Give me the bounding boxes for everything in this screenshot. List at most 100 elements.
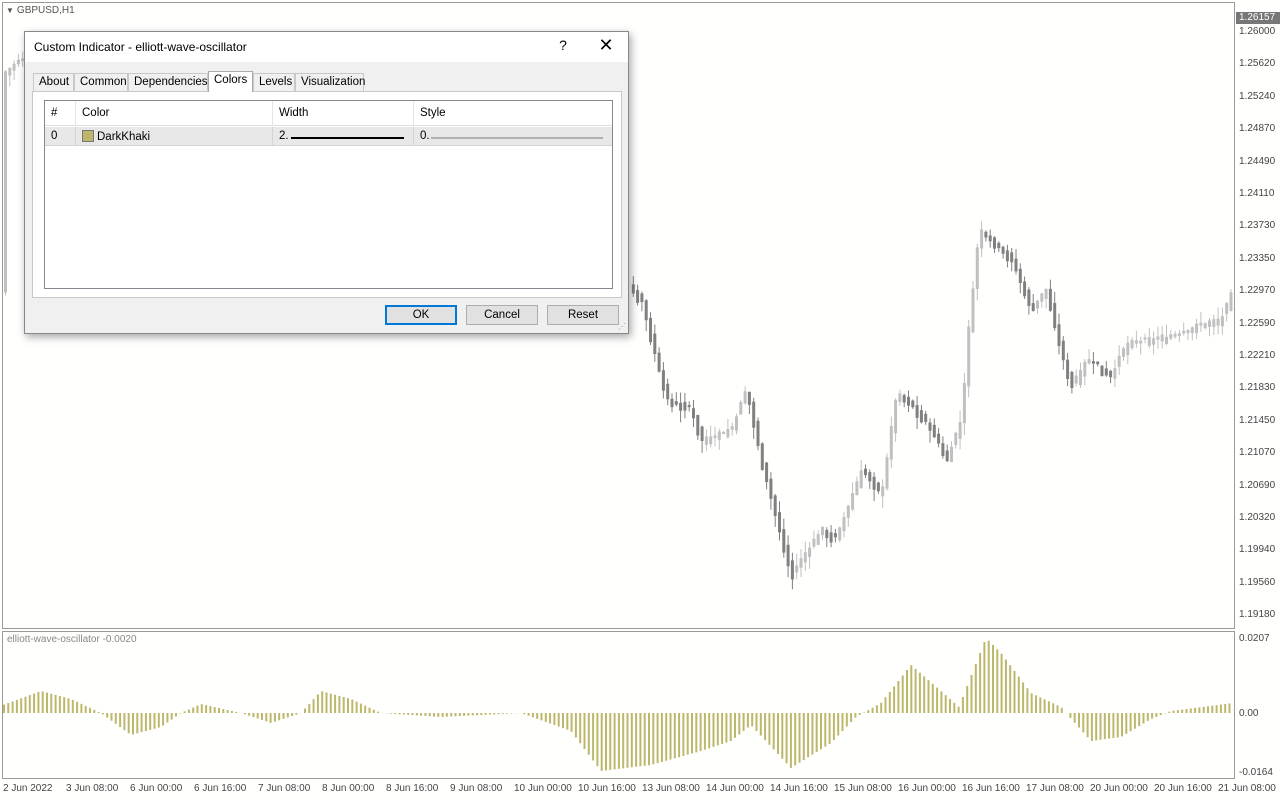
ok-button[interactable]: OK (385, 305, 457, 325)
time-axis-label: 8 Jun 00:00 (322, 783, 375, 794)
oscillator-bar (759, 713, 762, 736)
oscillator-bar (1026, 688, 1029, 713)
dialog-titlebar[interactable]: Custom Indicator - elliott-wave-oscillat… (25, 32, 628, 62)
oscillator-bar (798, 713, 801, 763)
oscillator-bar (7, 703, 10, 713)
column-header-style[interactable]: Style (414, 101, 612, 126)
tab-common[interactable]: Common (74, 73, 128, 91)
oscillator-bar (918, 672, 921, 713)
osc-axis-label: 0.00 (1239, 708, 1259, 719)
oscillator-bar (218, 708, 220, 713)
help-button[interactable]: ? (556, 37, 570, 53)
column-header-color[interactable]: Color (76, 101, 273, 126)
dropdown-arrow-icon[interactable]: ▼ (6, 6, 14, 15)
price-axis-label: 1.24110 (1239, 188, 1275, 199)
oscillator-bar (71, 699, 74, 713)
oscillator-bar (1219, 704, 1222, 713)
oscillator-bar (46, 692, 48, 713)
oscillator-bar (132, 713, 134, 735)
oscillator-bar (579, 713, 582, 744)
tab-colors[interactable]: Colors (208, 71, 253, 92)
oscillator-bar (359, 703, 362, 713)
tab-dependencies[interactable]: Dependencies (128, 73, 208, 91)
oscillator-bar (1116, 713, 1119, 738)
width-value: 2. (279, 130, 289, 142)
colors-table[interactable]: # Color Width Style 0 DarkKhaki 2. 0. (44, 100, 613, 289)
tab-levels[interactable]: Levels (253, 73, 295, 91)
time-axis-label: 2 Jun 2022 (3, 783, 53, 794)
oscillator-bar (1073, 713, 1076, 723)
oscillator-bar (24, 696, 27, 713)
price-axis-label: 1.21830 (1239, 382, 1276, 394)
oscillator-bar (1043, 699, 1046, 713)
oscillator-bar (1052, 703, 1055, 713)
oscillator-bar (957, 706, 960, 713)
price-axis-label: 1.25240 (1239, 90, 1276, 102)
oscillator-bar (820, 713, 822, 750)
chart-symbol-title[interactable]: ▼ GBPUSD,H1 (6, 5, 75, 16)
oscillator-bar (33, 693, 36, 713)
oscillator-bar (699, 713, 702, 752)
time-axis-label: 9 Jun 08:00 (450, 783, 503, 794)
resize-grip-icon[interactable]: ⋰ (618, 322, 626, 331)
oscillator-bar (1189, 708, 1192, 713)
oscillator-bar (1198, 707, 1201, 713)
oscillator-bar (678, 713, 681, 758)
oscillator-bar (282, 713, 285, 719)
reset-button[interactable]: Reset (547, 305, 619, 325)
oscillator-title: elliott-wave-oscillator -0.0020 (7, 634, 137, 645)
oscillator-bar (463, 713, 466, 716)
oscillator-bar (570, 713, 573, 732)
oscillator-bar (777, 713, 779, 755)
oscillator-bar (1103, 713, 1106, 740)
oscillator-bar (175, 713, 177, 717)
tab-visualization[interactable]: Visualization (295, 73, 365, 91)
oscillator-bar (37, 691, 40, 713)
oscillator-bar (458, 713, 461, 717)
oscillator-bar (308, 703, 311, 713)
oscillator-bar (476, 713, 478, 716)
oscillator-bar (467, 713, 470, 716)
color-cell[interactable]: DarkKhaki (76, 127, 273, 146)
oscillator-bar (119, 713, 122, 728)
oscillator-bar (248, 713, 251, 716)
price-axis-label: 1.21450 (1239, 414, 1276, 426)
oscillator-bar (278, 713, 281, 721)
time-axis-label: 14 Jun 00:00 (706, 783, 764, 794)
oscillator-bar (669, 713, 672, 760)
oscillator-bar (1176, 710, 1179, 713)
oscillator-bar (127, 713, 130, 734)
oscillator-bar (273, 713, 276, 722)
oscillator-bar (226, 709, 229, 713)
oscillator-bar (531, 713, 534, 718)
oscillator-bar (295, 713, 298, 715)
oscillator-bar (781, 713, 784, 759)
close-icon[interactable]: ✕ (597, 35, 615, 56)
oscillator-bar (291, 713, 294, 716)
oscillator-bar (841, 713, 844, 732)
table-row[interactable]: 0 DarkKhaki 2. 0. (45, 127, 612, 146)
oscillator-bar (183, 711, 186, 713)
oscillator-bar (1108, 713, 1111, 739)
oscillator-bar (428, 713, 431, 717)
oscillator-bar (205, 705, 208, 713)
oscillator-bar (265, 713, 268, 722)
oscillator-bar (1017, 676, 1020, 713)
oscillator-bar (845, 713, 848, 727)
oscillator-bar (691, 713, 693, 754)
price-axis-label: 1.19560 (1239, 576, 1276, 588)
oscillator-bar (1146, 713, 1149, 721)
oscillator-bar (729, 713, 732, 742)
oscillator-bar (157, 713, 160, 728)
oscillator-bar (256, 713, 259, 719)
column-header-width[interactable]: Width (273, 101, 414, 126)
color-swatch (82, 130, 94, 142)
tab-about[interactable]: About (33, 73, 74, 91)
oscillator-bar (656, 713, 659, 764)
width-cell[interactable]: 2. (273, 127, 414, 146)
column-header-index[interactable]: # (45, 101, 76, 126)
price-axis-label: 1.22590 (1239, 317, 1276, 329)
style-cell[interactable]: 0. (414, 127, 612, 146)
cancel-button[interactable]: Cancel (466, 305, 538, 325)
time-axis-label: 6 Jun 16:00 (194, 783, 247, 794)
